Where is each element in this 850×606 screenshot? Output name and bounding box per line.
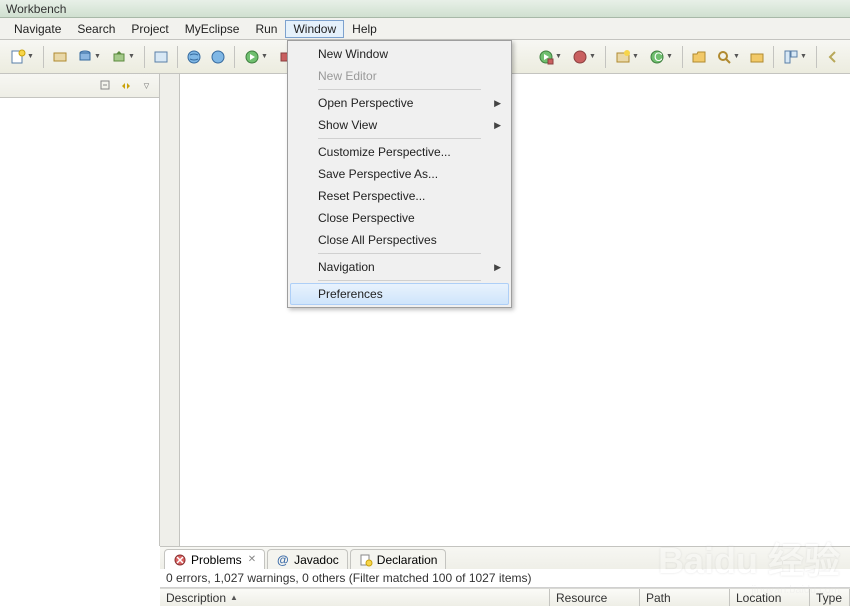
menu-myeclipse[interactable]: MyEclipse	[177, 20, 248, 38]
watermark-brand: Baidu 经验	[658, 532, 840, 584]
tab-problems[interactable]: Problems ✕	[164, 549, 265, 569]
watermark-sub: jingyan.baidu.com	[658, 584, 840, 596]
view-menu-button[interactable]: ▽	[137, 77, 155, 95]
menu-separator	[318, 89, 481, 90]
declaration-icon	[359, 553, 373, 567]
toolbar-new-button[interactable]: ▼	[6, 46, 38, 68]
watermark: Baidu 经验 jingyan.baidu.com	[658, 532, 840, 596]
panel-toolbar: ▽	[0, 74, 159, 98]
toolbar-search-button[interactable]: ▼	[712, 46, 744, 68]
toolbar-perspective-button[interactable]: ▼	[779, 46, 811, 68]
sort-asc-icon: ▲	[230, 593, 238, 602]
chevron-down-icon: ▽	[144, 82, 149, 90]
left-panel: ▽	[0, 74, 160, 546]
toolbar-separator	[177, 46, 178, 68]
menu-customize-perspective[interactable]: Customize Perspective...	[290, 141, 509, 163]
menu-separator	[318, 253, 481, 254]
menu-separator	[318, 138, 481, 139]
title-bar: Workbench	[0, 0, 850, 18]
svg-text:C: C	[654, 50, 663, 64]
toolbar-deploy-button[interactable]: ▼	[107, 46, 139, 68]
toolbar-new-package-button[interactable]: ▼	[611, 46, 643, 68]
menu-close-perspective[interactable]: Close Perspective	[290, 207, 509, 229]
menu-project[interactable]: Project	[123, 20, 176, 38]
menu-preferences[interactable]: Preferences	[290, 283, 509, 305]
toolbar-separator	[816, 46, 817, 68]
tab-javadoc[interactable]: @ Javadoc	[267, 549, 348, 569]
submenu-arrow-icon: ▶	[494, 98, 501, 109]
menu-reset-perspective[interactable]: Reset Perspective...	[290, 185, 509, 207]
menu-navigate[interactable]: Navigate	[6, 20, 69, 38]
toolbar-globe1-button[interactable]	[183, 46, 205, 68]
menu-window[interactable]: Window	[285, 20, 344, 38]
tab-declaration[interactable]: Declaration	[350, 549, 447, 569]
collapse-all-button[interactable]	[97, 77, 115, 95]
menu-save-perspective-as[interactable]: Save Perspective As...	[290, 163, 509, 185]
toolbar-generic-button[interactable]	[49, 46, 71, 68]
window-menu-dropdown: New Window New Editor Open Perspective▶ …	[287, 40, 512, 308]
col-description[interactable]: Description▲	[160, 589, 550, 606]
toolbar-separator	[682, 46, 683, 68]
menu-run[interactable]: Run	[247, 20, 285, 38]
toolbar-separator	[234, 46, 235, 68]
package-explorer-body[interactable]	[0, 98, 159, 546]
menu-search[interactable]: Search	[69, 20, 123, 38]
toolbar-run-config-button[interactable]: ▼	[534, 46, 566, 68]
menu-new-editor: New Editor	[290, 65, 509, 87]
menu-close-all-perspectives[interactable]: Close All Perspectives	[290, 229, 509, 251]
menu-open-perspective[interactable]: Open Perspective▶	[290, 92, 509, 114]
problems-icon	[173, 553, 187, 567]
vertical-tab-strip[interactable]	[160, 74, 180, 546]
menu-navigation[interactable]: Navigation▶	[290, 256, 509, 278]
menu-bar: Navigate Search Project MyEclipse Run Wi…	[0, 18, 850, 40]
close-icon[interactable]: ✕	[248, 554, 256, 565]
menu-show-view[interactable]: Show View▶	[290, 114, 509, 136]
menu-new-window[interactable]: New Window	[290, 43, 509, 65]
submenu-arrow-icon: ▶	[494, 262, 501, 273]
toolbar-new-class-button[interactable]: C▼	[645, 46, 677, 68]
toolbar-separator	[605, 46, 606, 68]
toolbar-debug-config-button[interactable]: ▼	[568, 46, 600, 68]
javadoc-icon: @	[276, 553, 290, 567]
toolbar-run-button[interactable]: ▼	[240, 46, 272, 68]
col-resource[interactable]: Resource	[550, 589, 640, 606]
toolbar-separator	[773, 46, 774, 68]
link-editor-button[interactable]	[117, 77, 135, 95]
toolbar-globe2-button[interactable]	[207, 46, 229, 68]
editor-area[interactable]	[180, 74, 850, 546]
svg-text:@: @	[277, 553, 289, 567]
submenu-arrow-icon: ▶	[494, 120, 501, 131]
menu-separator	[318, 280, 481, 281]
toolbar-separator	[43, 46, 44, 68]
toolbar-folder-button[interactable]	[746, 46, 768, 68]
toolbar-back-button[interactable]	[822, 46, 844, 68]
menu-help[interactable]: Help	[344, 20, 385, 38]
toolbar-separator	[144, 46, 145, 68]
toolbar-project-button[interactable]	[150, 46, 172, 68]
app-title: Workbench	[6, 2, 66, 16]
toolbar-open-button[interactable]	[688, 46, 710, 68]
toolbar-db-button[interactable]: ▼	[73, 46, 105, 68]
